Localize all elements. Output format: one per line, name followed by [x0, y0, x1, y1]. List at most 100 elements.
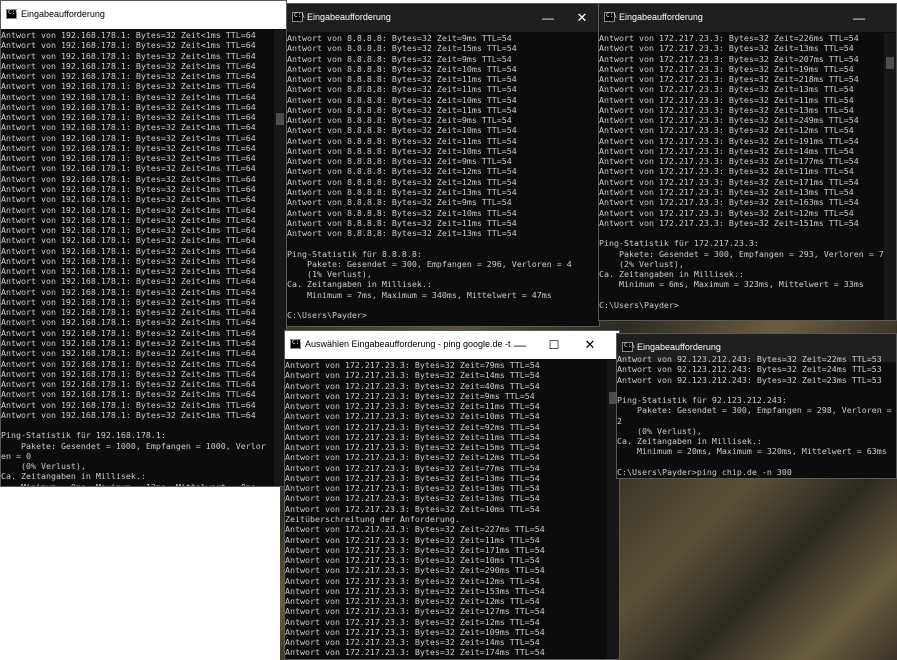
output-line: Antwort von 192.168.178.1: Bytes=32 Zeit… [1, 225, 256, 236]
output-line: Minimum = 20ms, Maximum = 320ms, Mittelw… [617, 446, 887, 457]
cmd-window-chip-ping[interactable]: Eingabeaufforderung Antwort von 92.123.2… [616, 333, 897, 479]
output-line: Antwort von 192.168.178.1: Bytes=32 Zeit… [1, 255, 256, 266]
output-line: Pakete: Gesendet = 300, Empfangen = 296,… [287, 258, 572, 269]
output-line: (0% Verlust), [1, 461, 86, 472]
output-line: Antwort von 192.168.178.1: Bytes=32 Zeit… [1, 235, 256, 246]
output-line: Antwort von 172.217.23.3: Bytes=32 Zeit=… [599, 63, 854, 74]
terminal-output[interactable]: Antwort von 192.168.178.1: Bytes=32 Zeit… [1, 30, 274, 486]
output-line: Antwort von 172.217.23.3: Bytes=32 Zeit=… [285, 524, 545, 535]
terminal-output[interactable]: Antwort von 92.123.212.243: Bytes=32 Zei… [617, 354, 896, 478]
output-line: Antwort von 172.217.23.3: Bytes=32 Zeit=… [599, 135, 859, 146]
output-line: Antwort von 8.8.8.8: Bytes=32 Zeit=9ms T… [287, 197, 512, 208]
output-line: Antwort von 8.8.8.8: Bytes=32 Zeit=11ms … [287, 84, 517, 95]
terminal-output[interactable]: Antwort von 8.8.8.8: Bytes=32 Zeit=9ms T… [287, 33, 587, 326]
output-line: Antwort von 172.217.23.3: Bytes=32 Zeit=… [285, 585, 545, 596]
output-line: Minimum = 7ms, Maximum = 340ms, Mittelwe… [287, 289, 552, 300]
output-line: Antwort von 172.217.23.3: Bytes=32 Zeit=… [285, 452, 540, 463]
output-line: Antwort von 172.217.23.3: Bytes=32 Zeit=… [599, 43, 854, 54]
output-line: Antwort von 192.168.178.1: Bytes=32 Zeit… [1, 307, 256, 318]
output-line: Antwort von 172.217.23.3: Bytes=32 Zeit=… [599, 176, 859, 187]
output-line: Antwort von 192.168.178.1: Bytes=32 Zeit… [1, 317, 256, 328]
output-line: Ca. Zeitangaben in Millisek.: [617, 436, 762, 447]
output-line: Antwort von 8.8.8.8: Bytes=32 Zeit=9ms T… [287, 156, 512, 167]
output-line: Antwort von 192.168.178.1: Bytes=32 Zeit… [1, 132, 256, 143]
title-bar[interactable]: Auswählen Eingabeaufforderung - ping goo… [285, 331, 619, 359]
output-line: Antwort von 192.168.178.1: Bytes=32 Zeit… [1, 245, 256, 256]
terminal-output[interactable]: Antwort von 172.217.23.3: Bytes=32 Zeit=… [285, 360, 607, 659]
output-line: Antwort von 172.217.23.3: Bytes=32 Zeit=… [285, 442, 540, 453]
output-line: Ca. Zeitangaben in Millisek.: [599, 269, 744, 280]
output-line: Antwort von 172.217.23.3: Bytes=32 Zeit=… [285, 606, 545, 617]
output-line: Antwort von 172.217.23.3: Bytes=32 Zeit=… [285, 544, 545, 555]
output-line: Antwort von 192.168.178.1: Bytes=32 Zeit… [1, 409, 256, 420]
output-line: Antwort von 192.168.178.1: Bytes=32 Zeit… [1, 153, 256, 164]
minimize-button[interactable]: — [503, 331, 537, 359]
title-bar[interactable]: Eingabeaufforderung [1, 1, 286, 29]
output-line: Antwort von 172.217.23.3: Bytes=32 Zeit=… [285, 472, 540, 483]
output-line: (0% Verlust), [617, 425, 702, 436]
output-line: Antwort von 8.8.8.8: Bytes=32 Zeit=10ms … [287, 63, 517, 74]
output-line: Antwort von 8.8.8.8: Bytes=32 Zeit=10ms … [287, 125, 517, 136]
vertical-scrollbar[interactable] [884, 33, 896, 320]
cmd-window-google-dns-ping[interactable]: Eingabeaufforderung — ✕ Antwort von 8.8.… [286, 3, 600, 327]
output-line: Antwort von 172.217.23.3: Bytes=32 Zeit=… [599, 145, 854, 156]
output-line: Antwort von 172.217.23.3: Bytes=32 Zeit=… [285, 370, 540, 381]
output-line: Antwort von 192.168.178.1: Bytes=32 Zeit… [1, 81, 256, 92]
output-line: Antwort von 172.217.23.3: Bytes=32 Zeit=… [285, 390, 535, 401]
output-line: Antwort von 172.217.23.3: Bytes=32 Zeit=… [285, 421, 540, 432]
output-line: Antwort von 192.168.178.1: Bytes=32 Zeit… [1, 286, 256, 297]
output-line: Antwort von 8.8.8.8: Bytes=32 Zeit=10ms … [287, 94, 517, 105]
title-bar[interactable]: Eingabeaufforderung — [599, 4, 896, 32]
cmd-window-router-ping[interactable]: Eingabeaufforderung Antwort von 192.168.… [0, 0, 287, 487]
output-line: Antwort von 8.8.8.8: Bytes=32 Zeit=12ms … [287, 166, 517, 177]
output-line: Antwort von 8.8.8.8: Bytes=32 Zeit=9ms T… [287, 115, 512, 126]
output-line: Antwort von 172.217.23.3: Bytes=32 Zeit=… [285, 380, 540, 391]
output-line: Antwort von 172.217.23.3: Bytes=32 Zeit=… [599, 217, 859, 228]
output-line: Minimum = 0ms, Maximum = 12ms, Mittelwer… [1, 482, 274, 486]
output-line: Antwort von 172.217.23.3: Bytes=32 Zeit=… [285, 503, 540, 514]
output-line: Antwort von 172.217.23.3: Bytes=32 Zeit=… [599, 104, 854, 115]
cmd-window-ping-google-continuous[interactable]: Auswählen Eingabeaufforderung - ping goo… [284, 330, 620, 660]
output-line: Antwort von 192.168.178.1: Bytes=32 Zeit… [1, 379, 256, 390]
output-line: C:\Users\Payder> [599, 299, 679, 310]
minimize-button[interactable]: — [531, 4, 565, 32]
cmd-icon [604, 12, 617, 22]
output-line: Antwort von 8.8.8.8: Bytes=32 Zeit=9ms T… [287, 53, 512, 64]
output-line: Antwort von 92.123.212.243: Bytes=32 Zei… [617, 364, 882, 375]
terminal-output[interactable]: Antwort von 172.217.23.3: Bytes=32 Zeit=… [599, 33, 884, 320]
cmd-window-google-ping-stats[interactable]: Eingabeaufforderung — Antwort von 172.21… [598, 3, 897, 321]
output-line: Antwort von 192.168.178.1: Bytes=32 Zeit… [1, 389, 256, 400]
cmd-icon [6, 9, 19, 19]
output-line: Antwort von 172.217.23.3: Bytes=32 Zeit=… [599, 115, 859, 126]
maximize-button[interactable]: ☐ [537, 331, 571, 359]
output-line: Antwort von 8.8.8.8: Bytes=32 Zeit=15ms … [287, 43, 517, 54]
output-line: Antwort von 8.8.8.8: Bytes=32 Zeit=13ms … [287, 228, 517, 239]
minimize-button[interactable]: — [842, 4, 876, 32]
output-line: Antwort von 172.217.23.3: Bytes=32 Zeit=… [285, 637, 540, 648]
output-line: Antwort von 172.217.23.3: Bytes=32 Zeit=… [285, 596, 540, 607]
output-line: Antwort von 192.168.178.1: Bytes=32 Zeit… [1, 71, 256, 82]
output-line: (1% Verlust), [287, 269, 372, 280]
output-line: Antwort von 172.217.23.3: Bytes=32 Zeit=… [599, 84, 854, 95]
window-title: Eingabeaufforderung [637, 342, 721, 352]
close-button[interactable]: ✕ [565, 4, 599, 32]
close-button[interactable]: ✕ [573, 331, 607, 359]
output-line: Ping-Statistik für 192.168.178.1: [1, 430, 166, 441]
output-line: Antwort von 172.217.23.3: Bytes=32 Zeit=… [285, 658, 607, 659]
scrollbar-thumb[interactable] [276, 113, 284, 125]
output-line: Antwort von 192.168.178.1: Bytes=32 Zeit… [1, 214, 256, 225]
output-line: Antwort von 192.168.178.1: Bytes=32 Zeit… [1, 183, 256, 194]
output-line: Antwort von 92.123.212.243: Bytes=32 Zei… [617, 374, 882, 385]
output-line: Antwort von 172.217.23.3: Bytes=32 Zeit=… [285, 647, 545, 658]
title-bar[interactable]: Eingabeaufforderung — ✕ [287, 4, 599, 32]
output-line: Antwort von 192.168.178.1: Bytes=32 Zeit… [1, 173, 256, 184]
output-line: Antwort von 192.168.178.1: Bytes=32 Zeit… [1, 368, 256, 379]
output-line: Antwort von 172.217.23.3: Bytes=32 Zeit=… [599, 166, 854, 177]
window-title: Auswählen Eingabeaufforderung - ping goo… [305, 339, 511, 349]
window-title: Eingabeaufforderung [307, 12, 391, 22]
scrollbar-thumb[interactable] [886, 57, 894, 69]
